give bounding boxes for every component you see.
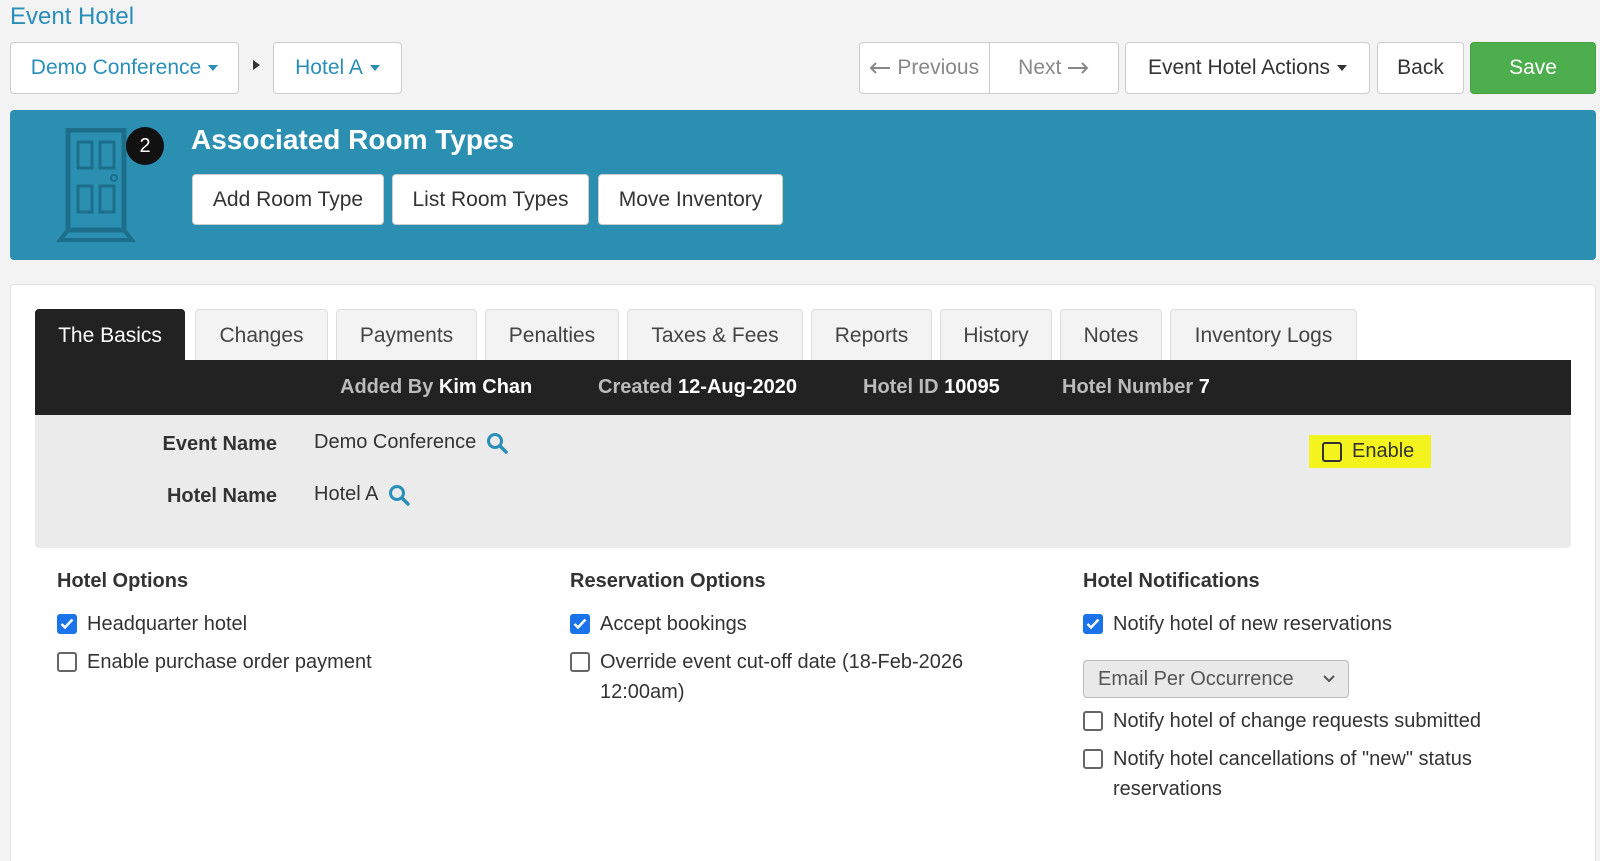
created-value: 12-Aug-2020: [678, 376, 797, 398]
override-cutoff-option[interactable]: Override event cut-off date (18-Feb-2026…: [570, 647, 1000, 707]
hotel-number-value: 7: [1198, 376, 1210, 398]
headquarter-hotel-option[interactable]: Headquarter hotel: [57, 609, 247, 639]
notify-cancellations-option[interactable]: Notify hotel cancellations of "new" stat…: [1083, 744, 1523, 804]
door-icon: [56, 128, 136, 242]
next-label: Next: [1018, 56, 1062, 79]
caret-down-icon: [208, 65, 219, 71]
event-hotel-actions-dropdown[interactable]: Event Hotel Actions: [1125, 42, 1370, 94]
room-type-count-badge: 2: [126, 127, 164, 165]
main-panel: The Basics Changes Payments Penalties Ta…: [10, 284, 1596, 861]
page-title: Event Hotel: [10, 3, 135, 30]
chevron-down-icon: [1323, 675, 1335, 683]
event-name-field: Demo Conference: [314, 431, 509, 454]
caret-down-icon: [369, 65, 380, 71]
next-button[interactable]: Next: [988, 43, 1119, 93]
breadcrumb-arrow-icon: [253, 60, 260, 70]
hotel-id: Hotel ID 10095: [863, 376, 1000, 399]
back-button[interactable]: Back: [1377, 42, 1464, 94]
created-date: Created 12-Aug-2020: [598, 376, 797, 399]
hotel-select-label: Hotel A: [295, 56, 363, 79]
pager-group: Previous Next: [859, 42, 1119, 94]
hotel-notifications-title: Hotel Notifications: [1083, 570, 1260, 592]
added-by-value: Kim Chan: [438, 376, 533, 398]
frequency-select-value: Email Per Occurrence: [1098, 667, 1294, 690]
check-icon: [60, 618, 74, 630]
accept-bookings-checkbox[interactable]: [570, 614, 590, 634]
enable-label: Enable: [1352, 440, 1415, 462]
previous-button[interactable]: Previous: [860, 43, 989, 93]
search-icon[interactable]: [388, 484, 411, 506]
check-icon: [1086, 618, 1100, 630]
accept-bookings-label: Accept bookings: [600, 613, 747, 635]
added-by: Added By Kim Chan: [340, 376, 532, 399]
room-types-banner: 2 Associated Room Types Add Room Type Li…: [10, 110, 1596, 260]
info-bar: Added By Kim Chan Created 12-Aug-2020 Ho…: [35, 360, 1571, 415]
tab-notes[interactable]: Notes: [1060, 309, 1162, 361]
added-by-label: Added By: [340, 376, 434, 398]
notify-change-requests-label: Notify hotel of change requests submitte…: [1113, 710, 1481, 732]
tab-payments[interactable]: Payments: [336, 309, 477, 361]
notify-change-requests-option[interactable]: Notify hotel of change requests submitte…: [1083, 706, 1481, 736]
purchase-order-option[interactable]: Enable purchase order payment: [57, 647, 372, 677]
tab-reports[interactable]: Reports: [811, 309, 932, 361]
arrow-right-icon: [1068, 62, 1089, 74]
hotel-id-value: 10095: [944, 376, 1000, 398]
purchase-order-label: Enable purchase order payment: [87, 651, 372, 673]
tab-history[interactable]: History: [940, 309, 1052, 361]
override-cutoff-label: Override event cut-off date (18-Feb-2026…: [600, 651, 964, 703]
hotel-number: Hotel Number 7: [1062, 376, 1210, 399]
save-label: Save: [1509, 56, 1557, 79]
hotel-name-label: Hotel Name: [166, 485, 277, 507]
save-button[interactable]: Save: [1470, 42, 1596, 94]
event-name-label: Event Name: [162, 433, 278, 455]
hotel-name-value: Hotel A: [314, 483, 379, 505]
headquarter-hotel-label: Headquarter hotel: [87, 613, 248, 635]
actions-label: Event Hotel Actions: [1147, 56, 1331, 79]
search-icon[interactable]: [486, 432, 509, 454]
back-label: Back: [1397, 56, 1444, 79]
hotel-options-title: Hotel Options: [57, 570, 189, 592]
headquarter-hotel-checkbox[interactable]: [57, 614, 77, 634]
notify-cancellations-checkbox[interactable]: [1083, 749, 1103, 769]
accept-bookings-option[interactable]: Accept bookings: [570, 609, 747, 639]
list-room-types-button[interactable]: List Room Types: [392, 174, 589, 225]
notify-new-reservations-option[interactable]: Notify hotel of new reservations: [1083, 609, 1392, 639]
move-inventory-button[interactable]: Move Inventory: [598, 174, 783, 225]
notify-new-reservations-label: Notify hotel of new reservations: [1113, 613, 1393, 635]
tab-inventory-logs[interactable]: Inventory Logs: [1170, 309, 1357, 361]
tab-changes[interactable]: Changes: [195, 309, 328, 361]
override-cutoff-checkbox[interactable]: [570, 652, 590, 672]
previous-label: Previous: [897, 56, 980, 79]
event-select-dropdown[interactable]: Demo Conference: [10, 42, 239, 94]
hotel-number-label: Hotel Number: [1062, 376, 1194, 398]
hotel-id-label: Hotel ID: [863, 376, 939, 398]
hotel-name-field: Hotel A: [314, 483, 411, 506]
enable-checkbox-row[interactable]: Enable: [1309, 435, 1431, 468]
notify-new-reservations-checkbox[interactable]: [1083, 614, 1103, 634]
event-name-value: Demo Conference: [314, 431, 477, 453]
tab-taxes-fees[interactable]: Taxes & Fees: [627, 309, 803, 361]
reservation-options-title: Reservation Options: [570, 570, 766, 592]
check-icon: [573, 618, 587, 630]
notification-frequency-select[interactable]: Email Per Occurrence: [1083, 660, 1349, 698]
banner-title: Associated Room Types: [191, 124, 515, 155]
created-label: Created: [598, 376, 673, 398]
tab-penalties[interactable]: Penalties: [485, 309, 619, 361]
purchase-order-checkbox[interactable]: [57, 652, 77, 672]
add-room-type-button[interactable]: Add Room Type: [192, 174, 384, 225]
event-select-label: Demo Conference: [30, 56, 202, 79]
notify-cancellations-label: Notify hotel cancellations of "new" stat…: [1113, 748, 1472, 800]
notify-change-requests-checkbox[interactable]: [1083, 711, 1103, 731]
tab-the-basics[interactable]: The Basics: [35, 309, 185, 361]
enable-checkbox[interactable]: [1322, 441, 1342, 462]
hotel-select-dropdown[interactable]: Hotel A: [273, 42, 402, 94]
caret-down-icon: [1337, 65, 1348, 71]
arrow-left-icon: [869, 62, 891, 74]
